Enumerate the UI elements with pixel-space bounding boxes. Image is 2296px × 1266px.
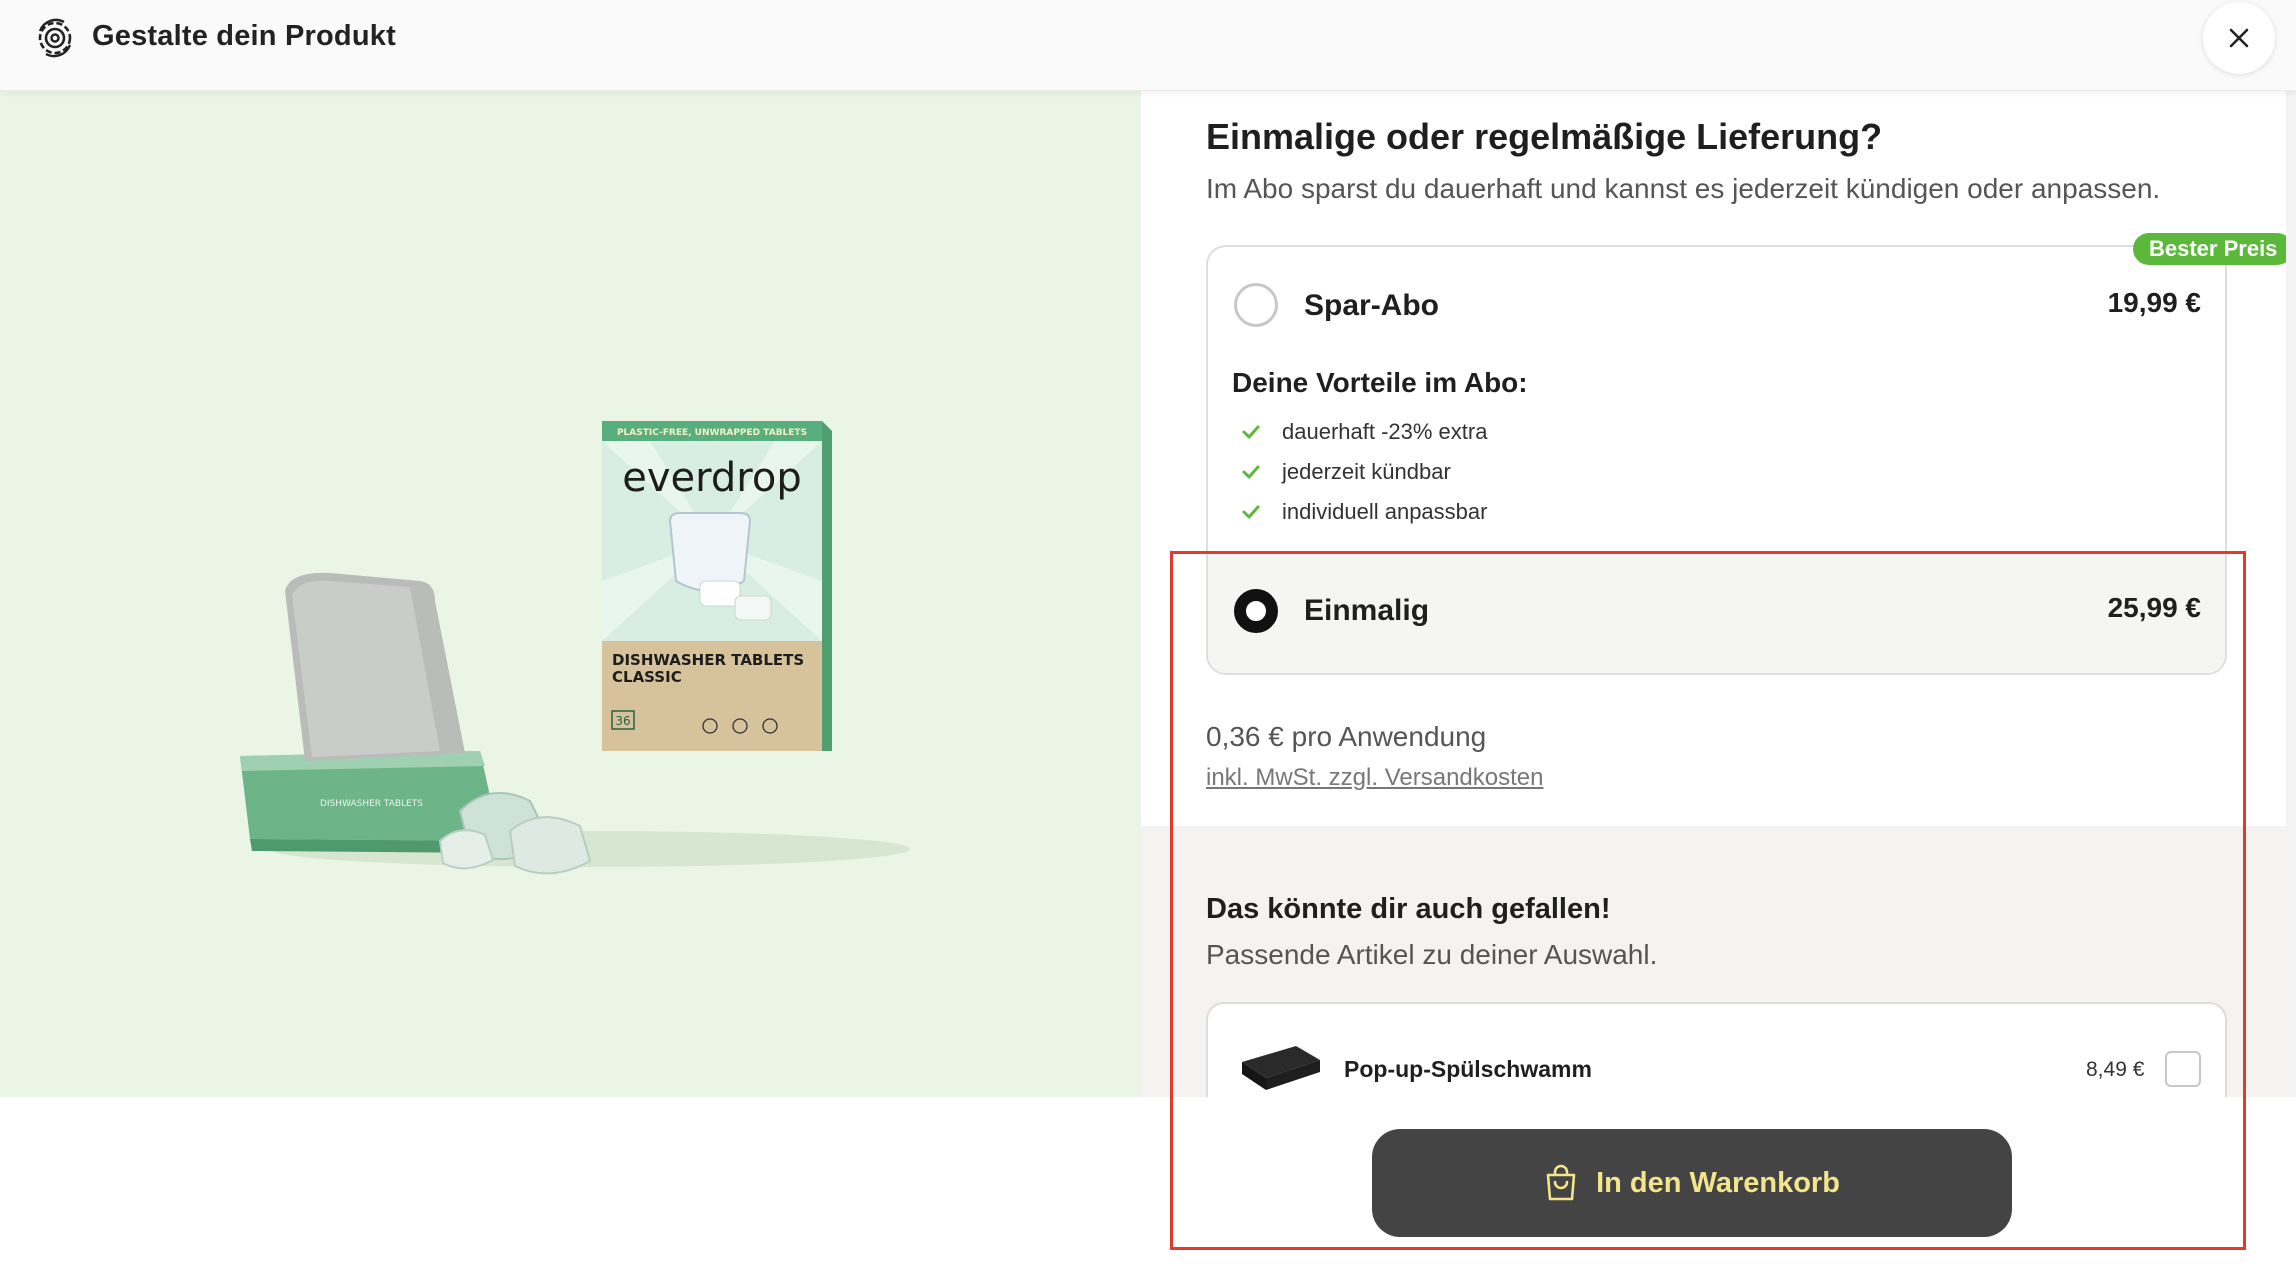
scrollbar[interactable] bbox=[2286, 91, 2296, 1097]
check-icon bbox=[1242, 465, 1260, 479]
check-icon bbox=[1242, 505, 1260, 519]
delivery-options-group: Bester Preis Spar-Abo 19,99 € Deine Vort… bbox=[1206, 233, 2294, 675]
shopping-bag-icon bbox=[1546, 1164, 1576, 1201]
configurator-options-panel: Einmalige oder regelmäßige Lieferung? Im… bbox=[1141, 91, 2296, 1097]
price-per-use: 0,36 € pro Anwendung bbox=[1206, 721, 1487, 752]
configurator-header: Gestalte dein Produkt bbox=[0, 0, 2296, 91]
svg-text:everdrop: everdrop bbox=[622, 455, 801, 501]
svg-text:DISHWASHER TABLETS: DISHWASHER TABLETS bbox=[320, 799, 423, 809]
gear-refresh-icon bbox=[38, 18, 72, 58]
upsell-item-price: 8,49 € bbox=[2086, 1058, 2145, 1081]
upsell-section: Das könnte dir auch gefallen! Passende A… bbox=[1141, 826, 2286, 1097]
benefit-text: jederzeit kündbar bbox=[1282, 459, 1451, 484]
subscription-label: Spar-Abo bbox=[1304, 289, 1439, 322]
add-to-cart-button[interactable]: In den Warenkorb bbox=[1372, 1129, 2012, 1237]
svg-text:CLASSIC: CLASSIC bbox=[612, 668, 682, 686]
delivery-subtitle: Im Abo sparst du dauerhaft und kannst es… bbox=[1206, 173, 2161, 204]
best-price-badge: Bester Preis bbox=[2133, 233, 2294, 265]
page-title: Gestalte dein Produkt bbox=[92, 20, 396, 52]
delivery-title: Einmalige oder regelmäßige Lieferung? bbox=[1206, 116, 1883, 157]
benefit-item: individuell anpassbar bbox=[1238, 499, 1487, 525]
benefit-text: dauerhaft -23% extra bbox=[1282, 419, 1488, 444]
svg-text:36: 36 bbox=[615, 714, 630, 728]
benefit-item: dauerhaft -23% extra bbox=[1238, 419, 1487, 445]
svg-text:PLASTIC-FREE, UNWRAPPED TABLET: PLASTIC-FREE, UNWRAPPED TABLETS bbox=[617, 428, 807, 438]
one-time-radio[interactable] bbox=[1234, 589, 1278, 633]
svg-text:DISHWASHER TABLETS: DISHWASHER TABLETS bbox=[612, 651, 804, 669]
tax-shipping-link[interactable]: inkl. MwSt. zzgl. Versandkosten bbox=[1206, 764, 1543, 792]
sponge-thumbnail bbox=[1242, 1046, 1320, 1090]
subscription-price: 19,99 € bbox=[2107, 287, 2201, 318]
upsell-item-checkbox[interactable] bbox=[2165, 1051, 2201, 1087]
upsell-title: Das könnte dir auch gefallen! bbox=[1206, 893, 1611, 925]
benefit-text: individuell anpassbar bbox=[1282, 499, 1488, 524]
product-configurator-page: Gestalte dein Produkt DISHWASHER TABLETS bbox=[0, 0, 2296, 1266]
one-time-label: Einmalig bbox=[1304, 594, 1430, 627]
upsell-subtitle: Passende Artikel zu deiner Auswahl. bbox=[1206, 939, 1658, 970]
one-time-price: 25,99 € bbox=[2107, 592, 2201, 623]
bottom-action-bar: In den Warenkorb bbox=[0, 1097, 2296, 1266]
product-image-panel: DISHWASHER TABLETS PLASTIC-FREE, UNWRAPP… bbox=[0, 91, 1141, 1097]
upsell-item-name: Pop-up-Spülschwamm bbox=[1344, 1056, 1592, 1082]
benefits-title: Deine Vorteile im Abo: bbox=[1232, 367, 1528, 398]
product-image: DISHWASHER TABLETS PLASTIC-FREE, UNWRAPP… bbox=[240, 421, 910, 875]
option-one-time[interactable]: Einmalig 25,99 € bbox=[1208, 553, 2225, 673]
close-button[interactable] bbox=[2203, 2, 2275, 74]
check-icon bbox=[1242, 425, 1260, 439]
upsell-item[interactable]: Pop-up-Spülschwamm 8,49 € bbox=[1206, 1002, 2227, 1097]
subscription-radio[interactable] bbox=[1234, 283, 1278, 327]
option-subscription[interactable]: Spar-Abo 19,99 € bbox=[1208, 277, 2225, 333]
add-to-cart-label: In den Warenkorb bbox=[1596, 1166, 1840, 1199]
close-icon bbox=[2229, 28, 2249, 48]
benefit-item: jederzeit kündbar bbox=[1238, 459, 1451, 485]
